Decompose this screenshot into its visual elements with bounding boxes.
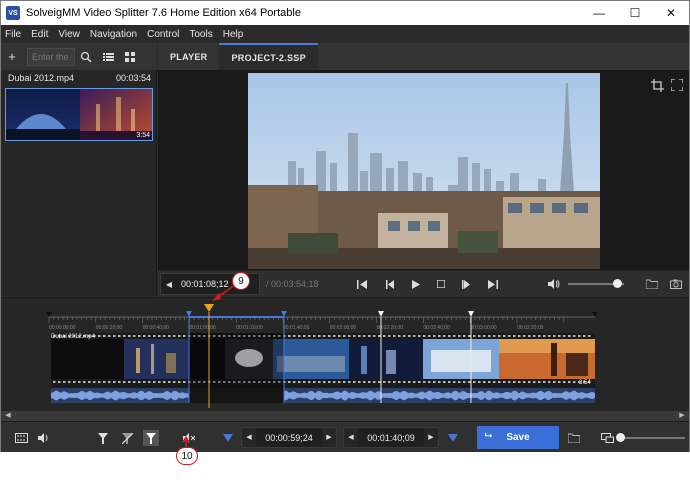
annotation-callout-10: 10 [176,447,198,465]
annotation-arrows [182,284,236,448]
annotation-callout-9: 9 [232,272,250,290]
